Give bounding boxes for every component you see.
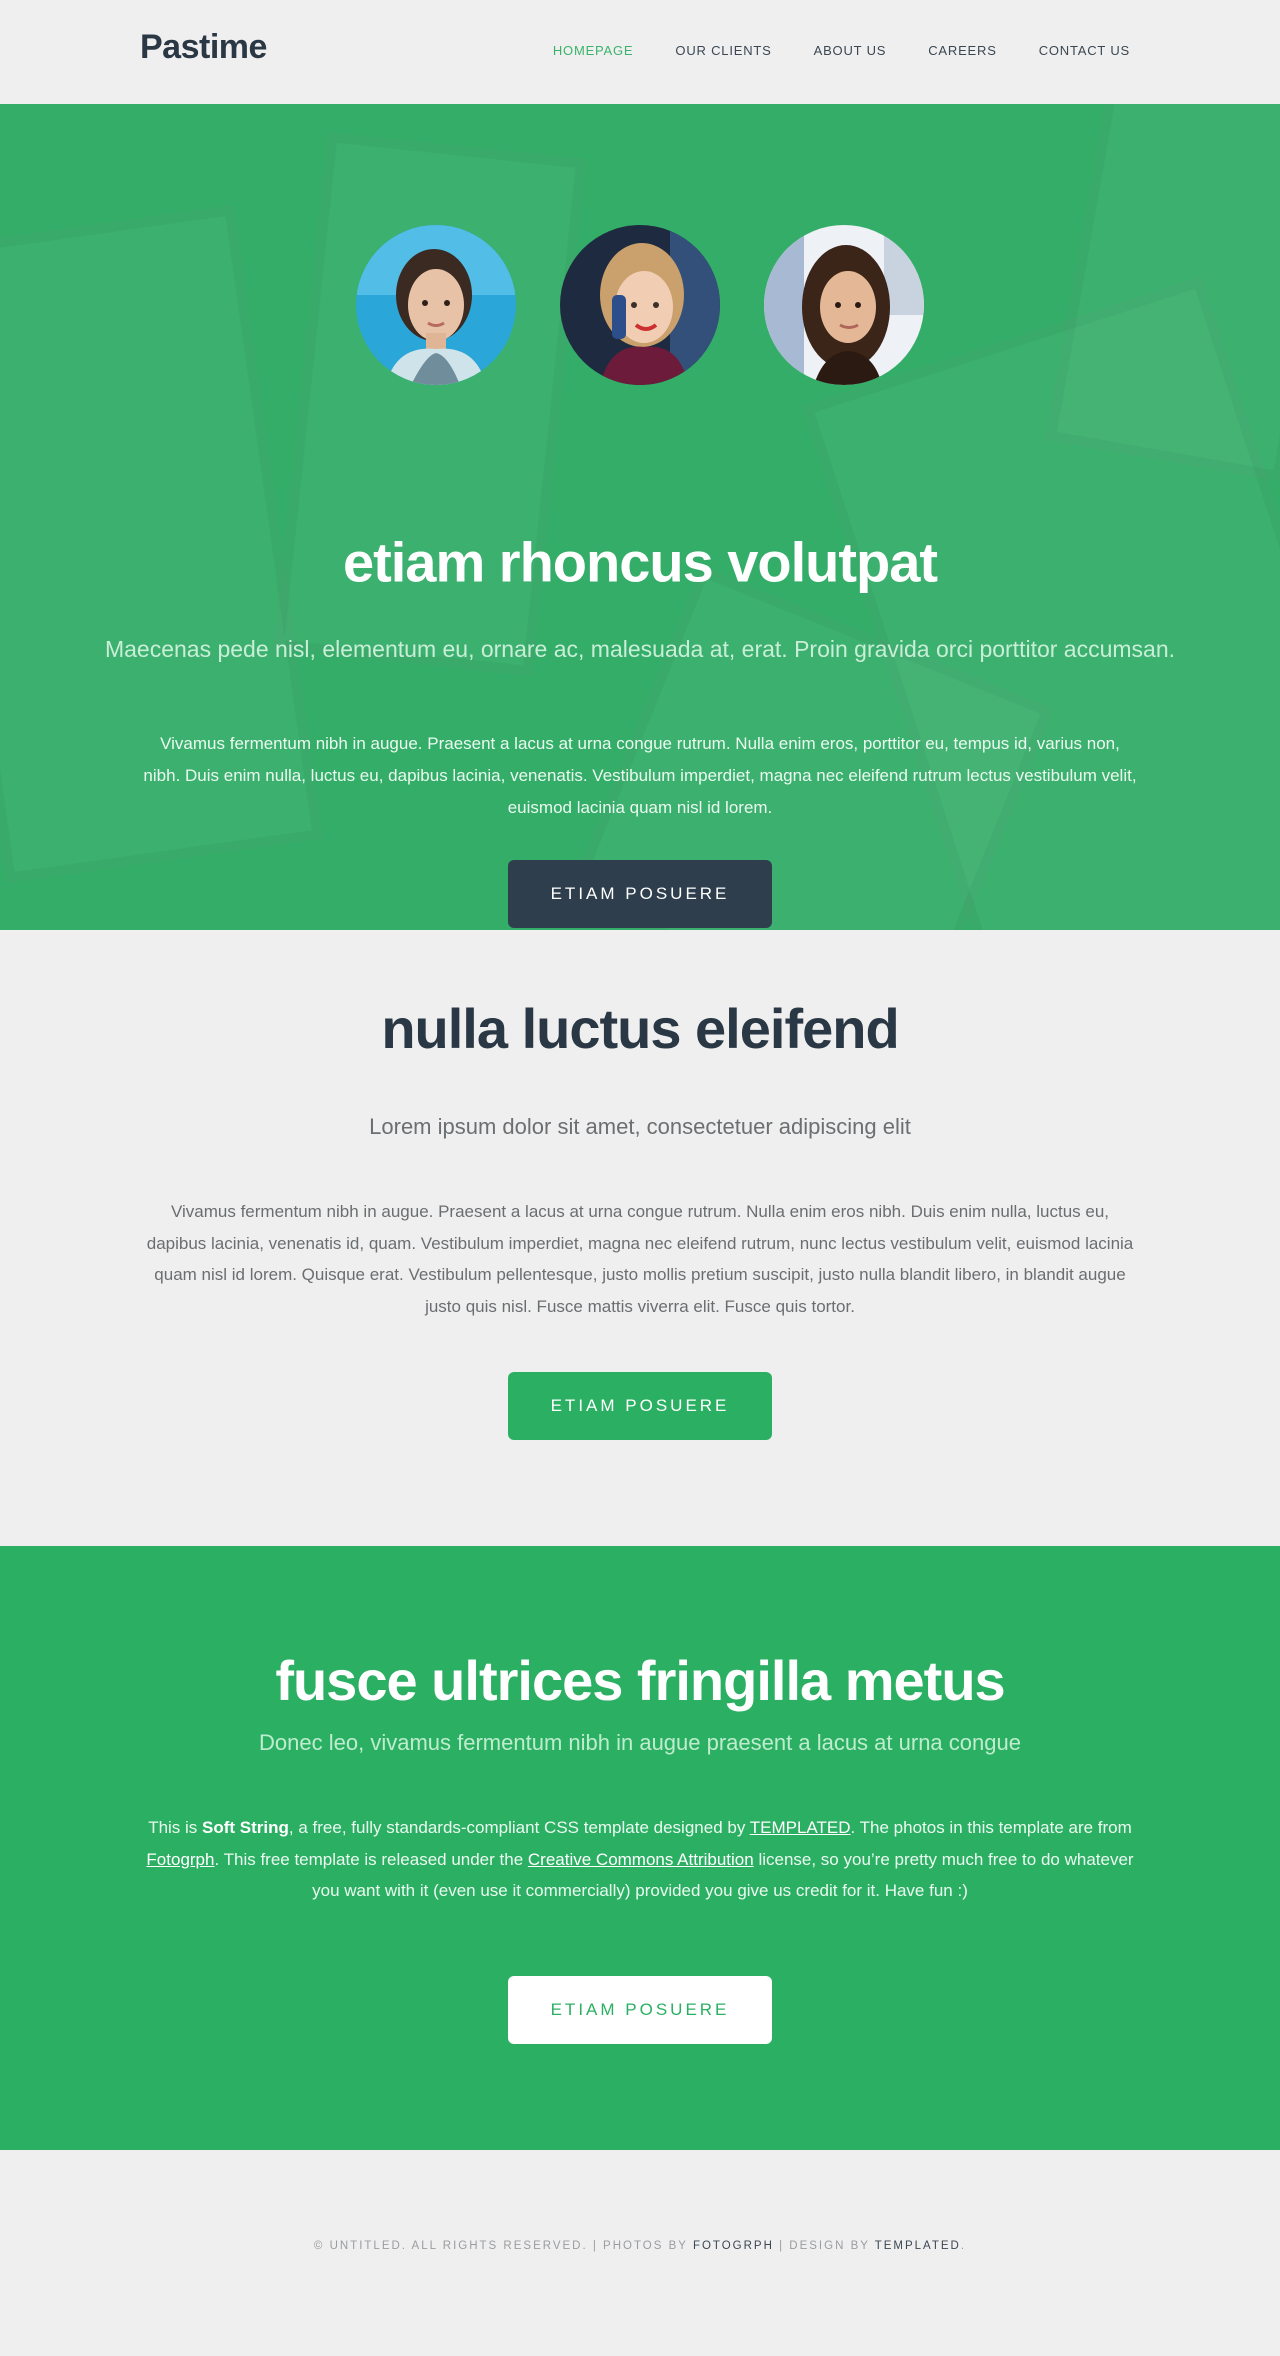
nav-our-clients[interactable]: OUR CLIENTS <box>675 43 771 58</box>
creative-commons-link[interactable]: Creative Commons Attribution <box>528 1850 754 1869</box>
banner-cta-button[interactable]: ETIAM POSUERE <box>508 860 772 928</box>
hero-banner: etiam rhoncus volutpat Maecenas pede nis… <box>0 104 1280 930</box>
footer-templated-link[interactable]: TEMPLATED <box>875 2240 961 2252</box>
text-fragment: This is <box>148 1818 203 1837</box>
banner-body-text: Vivamus fermentum nibh in augue. Praesen… <box>143 734 1137 817</box>
avatar-row <box>0 225 1280 385</box>
avatar-woman-blue-background-icon <box>356 225 516 385</box>
text-fragment: . This free template is released under t… <box>214 1849 528 1869</box>
avatar <box>356 225 516 385</box>
nav-contact-us[interactable]: CONTACT US <box>1039 43 1130 58</box>
banner-subtitle: Maecenas pede nisl, elementum eu, ornare… <box>104 635 1176 662</box>
templated-link[interactable]: TEMPLATED <box>750 1818 851 1837</box>
nav-careers[interactable]: CAREERS <box>928 43 996 58</box>
section-title: nulla luctus eleifend <box>381 997 899 1060</box>
nav-about-us[interactable]: ABOUT US <box>814 43 887 58</box>
text-fragment: . The photos in this template are from <box>850 1818 1132 1837</box>
section-subtitle: Lorem ipsum dolor sit amet, consectetuer… <box>369 1114 911 1139</box>
fotogrph-link[interactable]: Fotogrph <box>146 1850 214 1869</box>
section-cta-button[interactable]: ETIAM POSUERE <box>508 1372 772 1440</box>
avatar <box>560 225 720 385</box>
footer-fotogrph-link[interactable]: Fotogrph <box>693 2240 774 2252</box>
avatar-woman-dark-hair-icon <box>764 225 924 385</box>
text-fragment: , a free, fully standards-compliant CSS … <box>288 1818 750 1837</box>
green-section: fusce ultrices fringilla metus Donec leo… <box>0 1546 1280 2150</box>
copyright-mid: | Design by <box>773 2240 875 2252</box>
avatar <box>764 225 924 385</box>
green-section-cta-button[interactable]: ETIAM POSUERE <box>508 1976 772 2044</box>
banner-title: etiam rhoncus volutpat <box>342 530 938 594</box>
copyright-suffix: . <box>960 2240 967 2252</box>
green-section-subtitle: Donec leo, vivamus fermentum nibh in aug… <box>259 1730 1021 1755</box>
copyright-text: © Untitled. All rights reserved. | Photo… <box>0 2240 1280 2252</box>
site-footer: © Untitled. All rights reserved. | Photo… <box>0 2150 1280 2356</box>
template-name: Soft String <box>202 1818 289 1837</box>
green-section-body-text: This is Soft String, a free, fully stand… <box>140 1812 1140 1907</box>
green-section-title: fusce ultrices fringilla metus <box>275 1649 1005 1712</box>
site-logo[interactable]: Pastime <box>140 28 267 67</box>
section-body-text: Vivamus fermentum nibh in augue. Praesen… <box>146 1202 1134 1316</box>
avatar-woman-on-phone-icon <box>560 225 720 385</box>
copyright-prefix: © Untitled. All rights reserved. | Photo… <box>313 2240 693 2252</box>
site-header: Pastime HOMEPAGE OUR CLIENTS ABOUT US CA… <box>0 0 1280 104</box>
main-nav: HOMEPAGE OUR CLIENTS ABOUT US CAREERS CO… <box>511 43 1130 58</box>
nav-homepage[interactable]: HOMEPAGE <box>553 43 634 58</box>
content-section: nulla luctus eleifend Lorem ipsum dolor … <box>0 930 1280 1546</box>
